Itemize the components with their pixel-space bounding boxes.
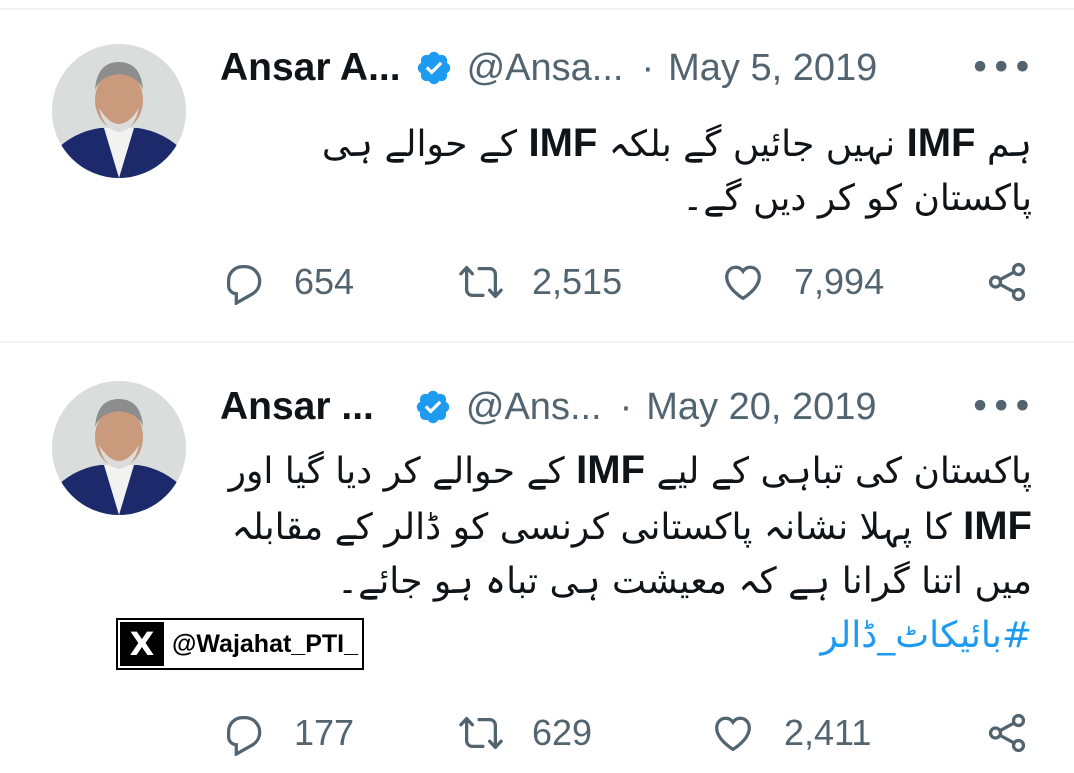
avatar[interactable] bbox=[52, 381, 186, 515]
author-name[interactable]: Ansar ... bbox=[220, 385, 374, 429]
share-icon bbox=[988, 262, 1026, 302]
reply-button[interactable]: 654 bbox=[220, 252, 354, 312]
like-icon bbox=[725, 265, 761, 301]
tweet-date[interactable]: May 20, 2019 bbox=[646, 386, 876, 429]
tweet-2[interactable]: Ansar ... @Ans... · May 20, 2019 ••• پاک… bbox=[0, 343, 1074, 773]
action-bar: 654 2,515 7,994 bbox=[220, 252, 1030, 312]
reply-count: 654 bbox=[294, 261, 355, 302]
more-icon[interactable]: ••• bbox=[970, 390, 1034, 425]
tweet-screenshot: Ansar A... @Ansa... · May 5, 2019 ••• ہم… bbox=[0, 0, 1074, 773]
like-count: 7,994 bbox=[794, 261, 885, 302]
tweet-line: پاکستان کی تباہی کے لیے IMF کے حوالے کر … bbox=[228, 448, 1032, 492]
share-icon bbox=[988, 713, 1026, 753]
retweet-count: 629 bbox=[532, 712, 593, 753]
like-button[interactable]: 7,994 bbox=[720, 252, 884, 312]
retweet-count: 2,515 bbox=[532, 261, 623, 302]
tweet-line: ہم IMF نہیں جائیں گے بلکہ IMF کے حوالے ہ… bbox=[321, 121, 1032, 165]
author-name[interactable]: Ansar A... bbox=[220, 46, 401, 90]
share-button[interactable] bbox=[984, 252, 1030, 312]
tweet-line: IMF کا پہلا نشانہ پاکستانی کرنسی کو ڈالر… bbox=[231, 504, 1032, 548]
share-button[interactable] bbox=[984, 703, 1030, 763]
tweet-1[interactable]: Ansar A... @Ansa... · May 5, 2019 ••• ہم… bbox=[0, 0, 1074, 340]
retweet-button[interactable]: 629 bbox=[458, 703, 592, 763]
verified-icon bbox=[415, 49, 453, 87]
retweet-icon bbox=[459, 265, 503, 299]
tweet-line: پاکستان کو کر دیں گے۔ bbox=[682, 178, 1032, 219]
separator-dot: · bbox=[641, 46, 655, 89]
watermark-text: @Wajahat_PTI_ bbox=[172, 629, 358, 658]
x-logo-icon: X bbox=[120, 622, 164, 666]
tweet-header: Ansar A... @Ansa... · May 5, 2019 ••• bbox=[220, 38, 1034, 98]
watermark: X @Wajahat_PTI_ bbox=[116, 618, 364, 670]
reply-count: 177 bbox=[294, 712, 355, 753]
verified-icon bbox=[414, 388, 452, 426]
like-icon bbox=[715, 716, 751, 752]
action-bar: 177 629 2,411 bbox=[220, 703, 1030, 763]
reply-button[interactable]: 177 bbox=[220, 703, 354, 763]
tweet-line: میں اتنا گرانا ہے کہ معیشت ہی تباہ ہو جا… bbox=[337, 561, 1032, 602]
reply-icon bbox=[226, 716, 262, 756]
like-count: 2,411 bbox=[784, 712, 872, 753]
separator-dot: · bbox=[619, 385, 633, 428]
tweet-header: Ansar ... @Ans... · May 20, 2019 ••• bbox=[220, 377, 1034, 437]
author-handle[interactable]: @Ans... bbox=[466, 386, 602, 429]
retweet-icon bbox=[459, 716, 503, 750]
avatar[interactable] bbox=[52, 44, 186, 178]
retweet-button[interactable]: 2,515 bbox=[458, 252, 622, 312]
author-handle[interactable]: @Ansa... bbox=[467, 47, 624, 90]
tweet-date[interactable]: May 5, 2019 bbox=[668, 47, 877, 90]
reply-icon bbox=[226, 265, 262, 305]
more-icon[interactable]: ••• bbox=[970, 51, 1034, 86]
tweet-text: ہم IMF نہیں جائیں گے بلکہ IMF کے حوالے ہ… bbox=[220, 116, 1032, 226]
like-button[interactable]: 2,411 bbox=[710, 703, 871, 763]
